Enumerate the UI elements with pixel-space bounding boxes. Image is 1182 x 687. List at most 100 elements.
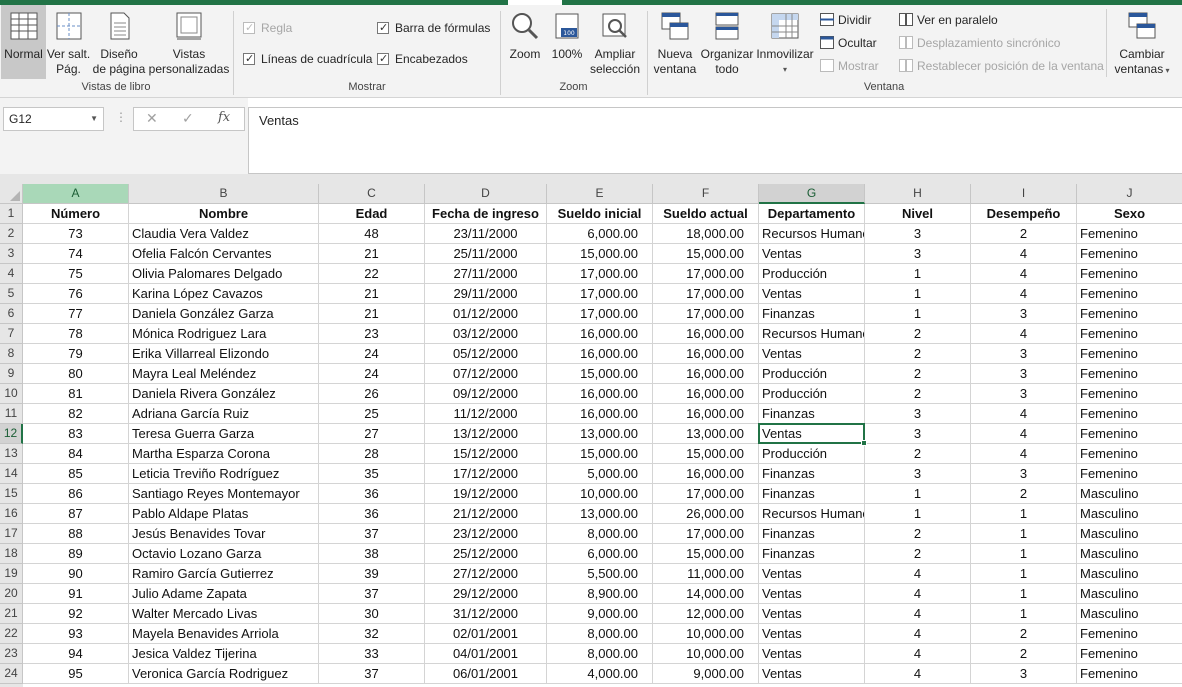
data-cell[interactable]: 35	[319, 464, 425, 484]
data-cell[interactable]: 5,000.00	[547, 464, 653, 484]
column-header-f[interactable]: F	[653, 184, 759, 204]
column-title-cell[interactable]: Edad	[319, 204, 425, 224]
column-title-cell[interactable]: Sueldo inicial	[547, 204, 653, 224]
row-header-15[interactable]: 15	[0, 484, 23, 504]
data-cell[interactable]: 4	[971, 264, 1077, 284]
data-cell[interactable]: 16,000.00	[653, 464, 759, 484]
data-cell[interactable]: Mayela Benavides Arriola	[129, 624, 319, 644]
data-cell[interactable]: 3	[865, 244, 971, 264]
data-cell[interactable]: 23	[319, 324, 425, 344]
data-cell[interactable]: 3	[971, 304, 1077, 324]
data-cell[interactable]: Finanzas	[759, 544, 865, 564]
data-cell[interactable]: 13,000.00	[547, 424, 653, 444]
data-cell[interactable]: 3	[865, 404, 971, 424]
data-cell[interactable]: 07/12/2000	[425, 364, 547, 384]
data-cell[interactable]: 37	[319, 584, 425, 604]
data-cell[interactable]: 36	[319, 484, 425, 504]
data-cell[interactable]: 09/12/2000	[425, 384, 547, 404]
data-cell[interactable]: 3	[971, 464, 1077, 484]
data-cell[interactable]: 12,000.00	[653, 604, 759, 624]
data-cell[interactable]: 23/11/2000	[425, 224, 547, 244]
data-cell[interactable]: 2	[971, 644, 1077, 664]
data-cell[interactable]: 4	[865, 584, 971, 604]
data-cell[interactable]: 19/12/2000	[425, 484, 547, 504]
data-cell[interactable]: 16,000.00	[653, 364, 759, 384]
row-header-24[interactable]: 24	[0, 664, 23, 684]
column-header-j[interactable]: J	[1077, 184, 1182, 204]
page-break-preview-button[interactable]: Ver salt. Pág.	[46, 5, 91, 79]
data-cell[interactable]: Femenino	[1077, 344, 1182, 364]
data-cell[interactable]: Masculino	[1077, 484, 1182, 504]
custom-views-button[interactable]: Vistas personalizadas	[148, 5, 230, 79]
data-cell[interactable]: Femenino	[1077, 464, 1182, 484]
data-cell[interactable]: 15,000.00	[547, 444, 653, 464]
data-cell[interactable]: Ofelia Falcón Cervantes	[129, 244, 319, 264]
data-cell[interactable]: 83	[23, 424, 129, 444]
data-cell[interactable]: 85	[23, 464, 129, 484]
data-cell[interactable]: 10,000.00	[653, 624, 759, 644]
data-cell[interactable]: 48	[319, 224, 425, 244]
name-box-dropdown-icon[interactable]: ▼	[90, 108, 98, 130]
data-cell[interactable]: 89	[23, 544, 129, 564]
data-cell[interactable]: 4	[971, 324, 1077, 344]
data-cell[interactable]: Martha Esparza Corona	[129, 444, 319, 464]
data-cell[interactable]: Octavio Lozano Garza	[129, 544, 319, 564]
data-cell[interactable]: 74	[23, 244, 129, 264]
data-cell[interactable]: 93	[23, 624, 129, 644]
data-cell[interactable]: Daniela Rivera González	[129, 384, 319, 404]
data-cell[interactable]: 23/12/2000	[425, 524, 547, 544]
data-cell[interactable]: 3	[865, 224, 971, 244]
data-cell[interactable]: Femenino	[1077, 364, 1182, 384]
data-cell[interactable]: 25/11/2000	[425, 244, 547, 264]
column-header-h[interactable]: H	[865, 184, 971, 204]
data-cell[interactable]: Ventas	[759, 564, 865, 584]
data-cell[interactable]: 81	[23, 384, 129, 404]
data-cell[interactable]: 4	[865, 604, 971, 624]
data-cell[interactable]: 4	[865, 664, 971, 684]
data-cell[interactable]: 04/01/2001	[425, 644, 547, 664]
data-cell[interactable]: Teresa Guerra Garza	[129, 424, 319, 444]
data-cell[interactable]: Ventas	[759, 664, 865, 684]
data-cell[interactable]: 4	[971, 404, 1077, 424]
data-cell[interactable]: 25/12/2000	[425, 544, 547, 564]
data-cell[interactable]: 1	[865, 504, 971, 524]
data-cell[interactable]: Femenino	[1077, 664, 1182, 684]
data-cell[interactable]: Daniela González Garza	[129, 304, 319, 324]
data-cell[interactable]: 6,000.00	[547, 224, 653, 244]
data-cell[interactable]: 3	[971, 364, 1077, 384]
column-title-cell[interactable]: Departamento	[759, 204, 865, 224]
data-cell[interactable]: Santiago Reyes Montemayor	[129, 484, 319, 504]
data-cell[interactable]: 4	[971, 244, 1077, 264]
data-cell[interactable]: 26	[319, 384, 425, 404]
zoom-100-button[interactable]: 100 100%	[548, 5, 586, 79]
data-cell[interactable]: Producción	[759, 444, 865, 464]
data-cell[interactable]: 1	[971, 504, 1077, 524]
row-header-13[interactable]: 13	[0, 444, 23, 464]
data-cell[interactable]: 17,000.00	[653, 484, 759, 504]
data-cell[interactable]: 1	[865, 304, 971, 324]
data-cell[interactable]: Femenino	[1077, 424, 1182, 444]
data-cell[interactable]: 16,000.00	[653, 404, 759, 424]
data-cell[interactable]: Mayra Leal Meléndez	[129, 364, 319, 384]
data-cell[interactable]: 16,000.00	[653, 324, 759, 344]
data-cell[interactable]: 1	[971, 584, 1077, 604]
data-cell[interactable]: 8,000.00	[547, 624, 653, 644]
data-cell[interactable]: Femenino	[1077, 404, 1182, 424]
data-cell[interactable]: 11,000.00	[653, 564, 759, 584]
formula-input[interactable]: Ventas	[248, 107, 1182, 174]
column-title-cell[interactable]: Desempeño	[971, 204, 1077, 224]
zoom-button[interactable]: Zoom	[503, 5, 547, 79]
data-cell[interactable]: 18,000.00	[653, 224, 759, 244]
column-title-cell[interactable]: Nombre	[129, 204, 319, 224]
data-cell[interactable]: 14,000.00	[653, 584, 759, 604]
data-cell[interactable]: Ventas	[759, 604, 865, 624]
name-box[interactable]: G12 ▼	[3, 107, 104, 131]
column-header-i[interactable]: I	[971, 184, 1077, 204]
data-cell[interactable]: Ventas	[759, 344, 865, 364]
row-header-23[interactable]: 23	[0, 644, 23, 664]
column-header-a[interactable]: A	[23, 184, 129, 204]
data-cell[interactable]: 91	[23, 584, 129, 604]
data-cell[interactable]: 39	[319, 564, 425, 584]
data-cell[interactable]: 2	[865, 524, 971, 544]
switch-windows-button[interactable]: Cambiar ventanas ▾	[1110, 5, 1174, 79]
